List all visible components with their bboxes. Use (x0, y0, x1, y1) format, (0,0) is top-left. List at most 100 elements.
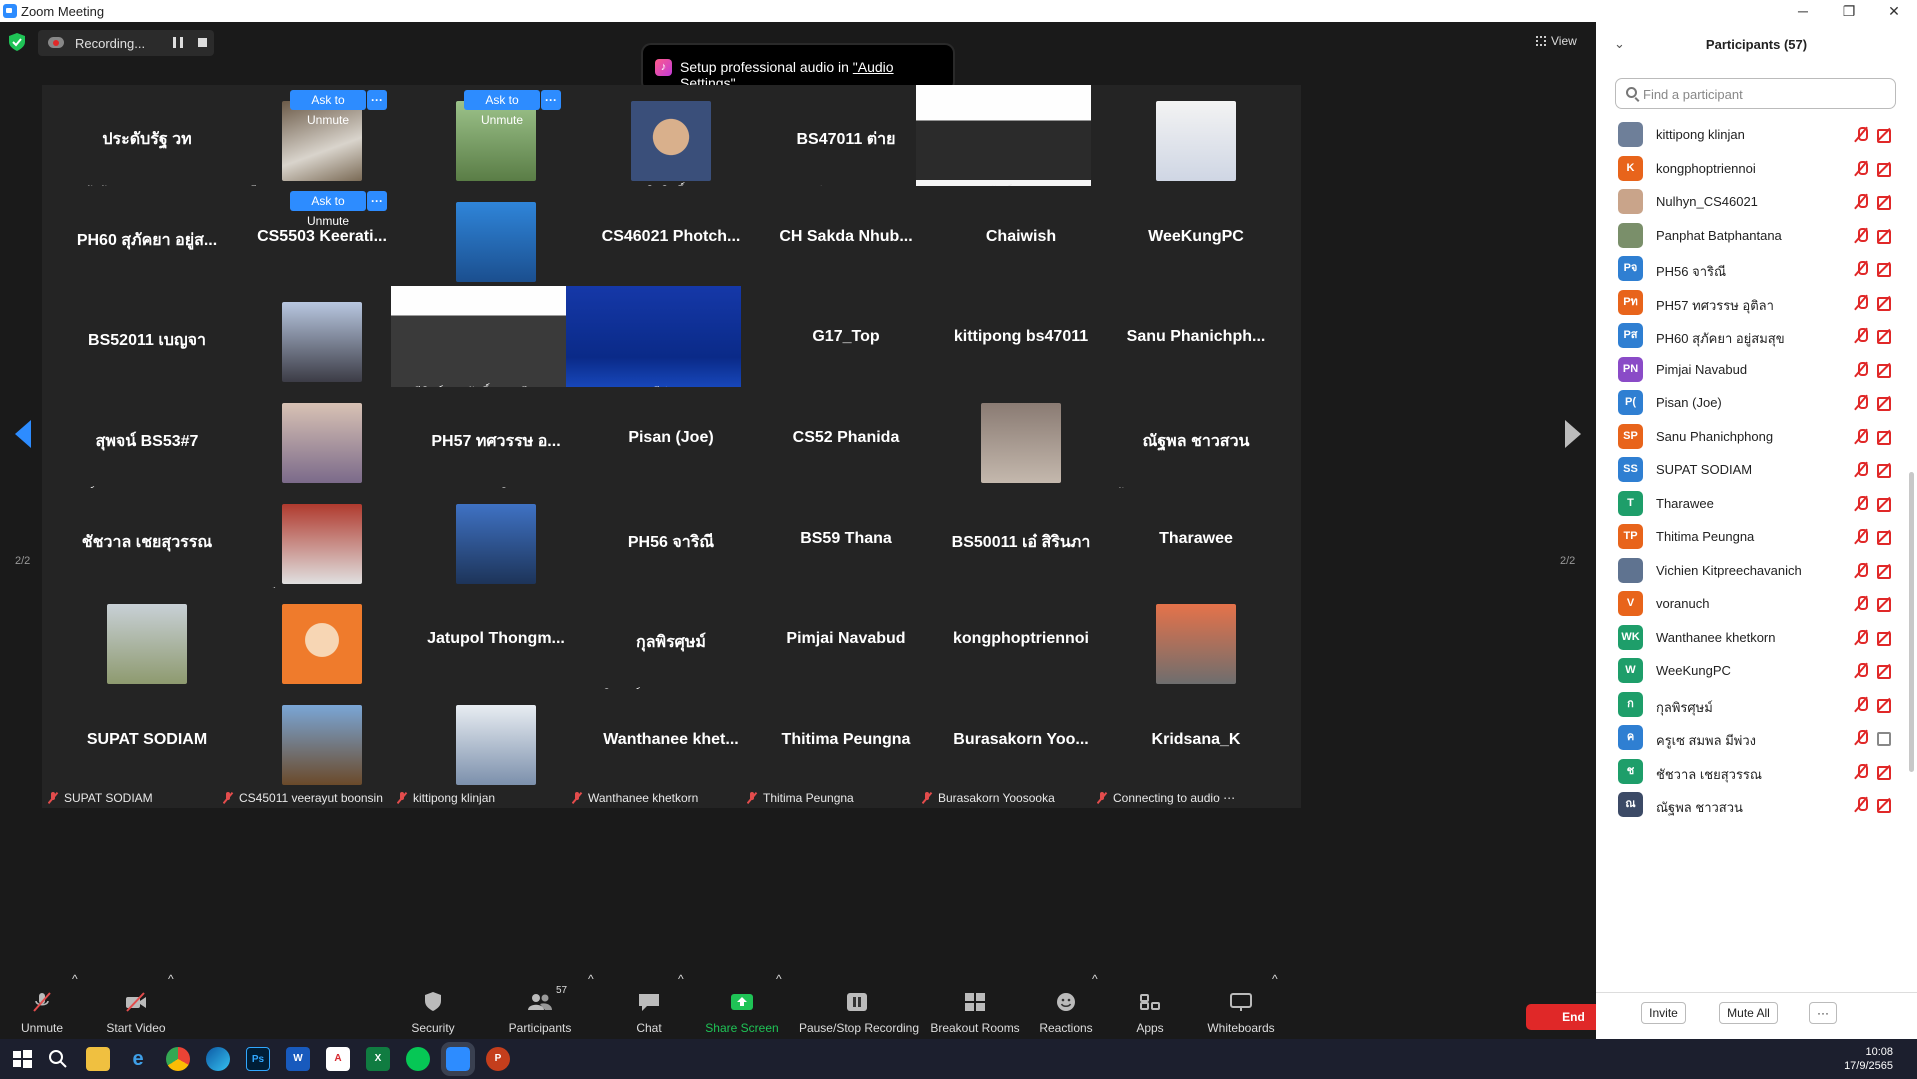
search-taskbar-icon[interactable] (46, 1047, 70, 1071)
participant-row[interactable]: Vvoranuch (1596, 587, 1906, 620)
participants-options-caret[interactable]: ^ (588, 972, 594, 1039)
mute-all-button[interactable]: Mute All (1719, 1002, 1778, 1024)
video-off-icon[interactable] (1877, 665, 1893, 679)
participant-row[interactable]: Vichien Kitpreechavanich (1596, 554, 1906, 587)
participants-button[interactable]: 57 Participants (500, 972, 580, 1039)
minimize-button[interactable]: ─ (1780, 0, 1826, 22)
zoom-taskbar-icon[interactable] (441, 1042, 475, 1076)
powerpoint-icon[interactable]: P (486, 1047, 510, 1071)
line-app-icon[interactable] (406, 1047, 430, 1071)
participant-row[interactable]: Kkongphoptriennoi (1596, 152, 1906, 185)
participant-row[interactable]: P(Pisan (Joe) (1596, 386, 1906, 419)
muted-mic-icon[interactable] (1855, 160, 1868, 177)
edge-icon[interactable] (206, 1047, 230, 1071)
muted-mic-icon[interactable] (1855, 462, 1868, 478)
next-page-arrow-icon[interactable] (1565, 420, 1581, 448)
start-video-button[interactable]: Start Video (100, 972, 172, 1039)
participant-row[interactable]: ช ชัชวาล เชยสุวรรณ (1596, 755, 1906, 788)
muted-mic-icon[interactable] (1855, 294, 1868, 311)
participant-row[interactable]: ก กุลพิรศุษม์ (1596, 688, 1906, 721)
chat-button[interactable]: Chat (618, 972, 680, 1039)
ask-to-unmute-button[interactable]: Ask to Unmute (464, 90, 540, 127)
muted-mic-icon[interactable] (1855, 562, 1868, 579)
word-icon[interactable]: W (286, 1047, 310, 1071)
windows-start-icon[interactable] (10, 1047, 34, 1071)
reactions-button[interactable]: Reactions (1035, 972, 1097, 1039)
file-explorer-icon[interactable] (86, 1047, 110, 1071)
video-off-icon[interactable] (1877, 263, 1893, 277)
video-camera-icon[interactable] (1877, 732, 1893, 746)
more-options-button[interactable]: ··· (1809, 1002, 1837, 1024)
muted-mic-icon[interactable] (1855, 529, 1868, 545)
video-off-icon[interactable] (1877, 397, 1893, 411)
chat-options-caret[interactable]: ^ (678, 972, 684, 1039)
close-button[interactable]: ✕ (1871, 0, 1917, 22)
reactions-options-caret[interactable]: ^ (1092, 972, 1098, 1039)
participant-row[interactable]: TP Thitima Peungna (1596, 520, 1906, 553)
pause-stop-recording-button[interactable]: Pause/Stop Recording (795, 972, 923, 1039)
pause-recording-icon[interactable] (173, 37, 183, 48)
muted-mic-icon[interactable] (1855, 127, 1868, 143)
participant-row[interactable]: SP Sanu Phanichphong (1596, 420, 1906, 453)
acrobat-icon[interactable]: A (326, 1047, 350, 1071)
whiteboards-options-caret[interactable]: ^ (1272, 972, 1278, 1039)
participant-row[interactable]: PN Pimjai Navabud (1596, 353, 1906, 386)
muted-mic-icon[interactable] (1855, 629, 1868, 646)
participant-row[interactable]: T Tharawee (1596, 487, 1906, 520)
ask-to-unmute-button[interactable]: Ask to Unmute (290, 191, 366, 228)
video-off-icon[interactable] (1877, 196, 1893, 210)
participant-row[interactable]: Pจ PH56 จาริณี (1596, 252, 1906, 285)
video-off-icon[interactable] (1877, 631, 1893, 646)
video-off-icon[interactable] (1877, 698, 1893, 713)
invite-button[interactable]: Invite (1641, 1002, 1686, 1024)
participant-row[interactable]: Pส PH60 สุภัคยา อยู่สมสุข (1596, 319, 1906, 352)
participant-tile[interactable]: Kridsana_K Connecting to audio ⋯ (1091, 689, 1301, 808)
tile-more-button[interactable]: ··· (367, 90, 387, 110)
participant-row[interactable]: SS SUPAT SODIAM (1596, 453, 1906, 486)
participant-row[interactable]: W WeeKungPC (1596, 654, 1906, 687)
muted-mic-icon[interactable] (1855, 730, 1868, 746)
video-off-icon[interactable] (1877, 464, 1893, 478)
photoshop-icon[interactable]: Ps (246, 1047, 270, 1071)
excel-icon[interactable]: X (366, 1047, 390, 1071)
previous-page-arrow-icon[interactable] (15, 420, 31, 448)
security-button[interactable]: Security (403, 972, 463, 1039)
ask-to-unmute-button[interactable]: Ask to Unmute (290, 90, 366, 127)
muted-mic-icon[interactable] (1855, 797, 1868, 813)
maximize-button[interactable]: ❐ (1826, 0, 1872, 22)
video-off-icon[interactable] (1877, 363, 1893, 378)
participant-row[interactable]: kittipong klinjan (1596, 118, 1906, 151)
participant-row[interactable]: Panphat Batphantana (1596, 219, 1906, 252)
video-options-caret[interactable]: ^ (168, 972, 174, 1039)
internet-explorer-icon[interactable]: e (126, 1047, 150, 1071)
chrome-icon[interactable] (166, 1047, 190, 1071)
participant-list-scrollbar[interactable] (1909, 472, 1914, 772)
muted-mic-icon[interactable] (1855, 395, 1868, 411)
video-off-icon[interactable] (1877, 430, 1893, 445)
muted-mic-icon[interactable] (1855, 763, 1868, 780)
participant-row[interactable]: ณ ณัฐพล ชาวสวน (1596, 788, 1906, 821)
tile-more-button[interactable]: ··· (541, 90, 561, 110)
muted-mic-icon[interactable] (1855, 361, 1868, 378)
view-button[interactable]: View (1536, 34, 1577, 48)
muted-mic-icon[interactable] (1855, 596, 1868, 612)
breakout-rooms-button[interactable]: Breakout Rooms (930, 972, 1020, 1039)
video-off-icon[interactable] (1877, 799, 1893, 813)
video-off-icon[interactable] (1877, 598, 1893, 612)
audio-options-caret[interactable]: ^ (72, 972, 78, 1039)
video-off-icon[interactable] (1877, 296, 1893, 311)
video-off-icon[interactable] (1877, 229, 1893, 244)
muted-mic-icon[interactable] (1855, 328, 1868, 344)
muted-mic-icon[interactable] (1855, 428, 1868, 445)
participant-row[interactable]: ค ครูเซ สมพล มีพ่วง (1596, 721, 1906, 754)
video-off-icon[interactable] (1877, 129, 1893, 143)
muted-mic-icon[interactable] (1855, 194, 1868, 210)
unmute-button[interactable]: Unmute (10, 972, 74, 1039)
video-off-icon[interactable] (1877, 765, 1893, 780)
muted-mic-icon[interactable] (1855, 261, 1868, 277)
share-screen-button[interactable]: Share Screen (702, 972, 782, 1039)
stop-recording-icon[interactable] (198, 38, 207, 47)
tile-more-button[interactable]: ··· (367, 191, 387, 211)
video-off-icon[interactable] (1877, 162, 1893, 177)
apps-button[interactable]: Apps (1120, 972, 1180, 1039)
